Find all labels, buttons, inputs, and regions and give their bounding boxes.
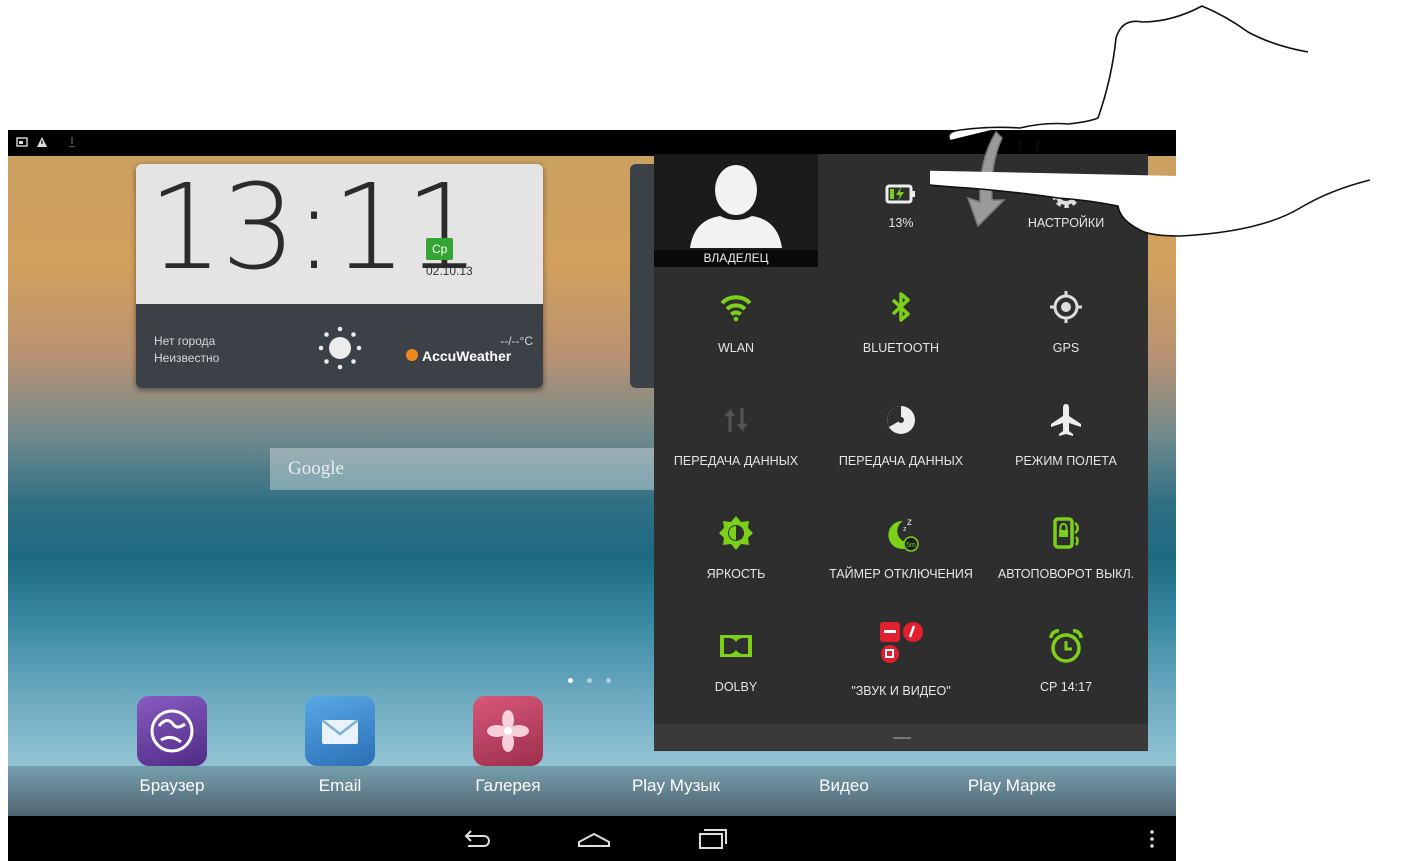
airplane-icon [1051, 404, 1081, 436]
recents-icon[interactable] [692, 824, 732, 854]
download-icon [69, 137, 75, 148]
sleep-timer-label: ТАЙМЕР ОТКЛЮЧЕНИЯ [829, 567, 973, 581]
app-gallery[interactable]: Галерея [448, 696, 568, 796]
battery-charging-icon [885, 184, 915, 204]
bluetooth-icon [891, 292, 910, 322]
alarm-tile[interactable]: СР 14:17 [984, 606, 1148, 719]
weather-status: Неизвестно [154, 351, 220, 365]
dolby-icon [720, 635, 752, 657]
screenshot-notification-icon [16, 137, 28, 147]
data-transfer-icon [724, 408, 748, 432]
clock-panel: 13:11 Ср 02.10.13 [136, 164, 543, 304]
app-browser[interactable]: Браузер [112, 696, 232, 796]
brightness-tile[interactable]: ЯРКОСТЬ [654, 493, 818, 606]
envelope-icon [305, 696, 375, 766]
data-transfer-tile[interactable]: ПЕРЕДАЧА ДАННЫХ [654, 380, 818, 493]
accuweather-label: AccuWeather [422, 348, 512, 364]
home-icon[interactable] [574, 824, 614, 854]
owner-profile-tile[interactable]: ВЛАДЕЛЕЦ [654, 154, 818, 267]
page-dot [587, 678, 592, 683]
sound-video-icon [880, 622, 923, 663]
drag-handle[interactable] [893, 737, 911, 739]
sun-icon [318, 326, 362, 370]
app-label: Email [318, 776, 362, 795]
alarm-label: СР 14:17 [1039, 680, 1093, 694]
home-page-indicator [568, 670, 625, 688]
weather-city: Нет города [154, 334, 216, 348]
wlan-tile[interactable]: WLAN [654, 267, 818, 380]
page-dot [606, 678, 611, 683]
svg-text:z: z [907, 517, 912, 528]
app-label: Play Музык [631, 776, 721, 795]
bluetooth-label: BLUETOOTH [862, 341, 940, 355]
overflow-menu-icon[interactable] [1142, 824, 1162, 854]
dolby-label: DOLBY [714, 680, 758, 694]
day-of-week-badge: Ср [426, 238, 454, 260]
finger-crease [1017, 139, 1040, 153]
sleep-timer-badge: 5m [906, 542, 916, 549]
airplane-mode-label: РЕЖИМ ПОЛЕТА [1015, 454, 1117, 468]
google-search-label: Google [288, 458, 344, 479]
app-email[interactable]: Email [280, 696, 400, 796]
app-label: Видео [819, 776, 869, 795]
sleep-timer-icon: z z 5m [888, 517, 919, 552]
dolby-tile[interactable]: DOLBY [654, 606, 818, 719]
accuweather-sun-icon [406, 349, 418, 361]
user-avatar-icon [690, 165, 782, 248]
autorotate-label: АВТОПОВОРОТ ВЫКЛ. [997, 567, 1135, 581]
app-label: Галерея [475, 776, 541, 795]
sound-video-tile[interactable]: "ЗВУК И ВИДЕО" [819, 606, 983, 719]
svg-text:z: z [903, 526, 907, 533]
airplane-mode-tile[interactable]: РЕЖИМ ПОЛЕТА [984, 380, 1148, 493]
brightness-icon [719, 516, 753, 550]
clock-weather-widget[interactable]: 13:11 Ср 02.10.13 Нет города Неизвестно … [136, 164, 543, 388]
clock-date: 02.10.13 [426, 264, 473, 278]
accuweather-logo: AccuWeather [406, 348, 512, 364]
google-search-bar[interactable]: Google [270, 448, 670, 490]
sleep-timer-tile[interactable]: z z 5m ТАЙМЕР ОТКЛЮЧЕНИЯ [819, 493, 983, 606]
navigation-bar [8, 816, 1176, 861]
data-usage-tile[interactable]: ПЕРЕДАЧА ДАННЫХ [819, 380, 983, 493]
alarm-icon [1049, 629, 1083, 663]
brightness-label: ЯРКОСТЬ [706, 567, 766, 581]
data-usage-label: ПЕРЕДАЧА ДАННЫХ [838, 454, 964, 468]
data-transfer-label: ПЕРЕДАЧА ДАННЫХ [673, 454, 799, 468]
app-label: Play Марке [967, 776, 1057, 795]
weather-panel: Нет города Неизвестно --/--°C AccuWeathe… [136, 304, 543, 388]
back-icon[interactable] [456, 824, 496, 854]
gps-label: GPS [1052, 341, 1080, 355]
page-dot [568, 678, 573, 683]
warning-icon [37, 137, 47, 147]
wifi-icon [720, 295, 752, 322]
owner-label: ВЛАДЕЛЕЦ [654, 250, 818, 267]
data-usage-icon [887, 406, 915, 434]
autorotate-tile[interactable]: АВТОПОВОРОТ ВЫКЛ. [984, 493, 1148, 606]
app-label: Браузер [139, 776, 205, 795]
globe-icon [137, 696, 207, 766]
sound-video-label: "ЗВУК И ВИДЕО" [851, 684, 951, 698]
swipe-gesture-illustration [930, 5, 1371, 237]
autorotate-icon [1053, 517, 1079, 549]
wlan-label: WLAN [717, 341, 755, 355]
weather-temperature: --/--°C [500, 334, 533, 348]
flower-icon [473, 696, 543, 766]
